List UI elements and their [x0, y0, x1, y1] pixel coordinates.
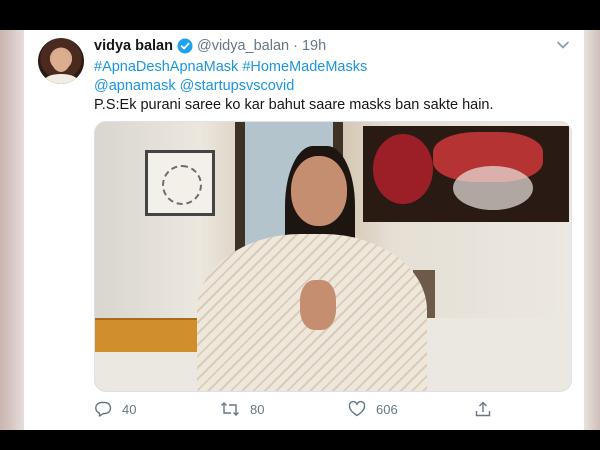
letterbox-bottom — [0, 430, 600, 450]
retweet-count: 80 — [250, 401, 265, 417]
verified-badge-icon — [177, 38, 193, 54]
painting-shape — [373, 134, 433, 204]
avatar-face — [52, 50, 70, 72]
letterbox-top — [0, 0, 600, 30]
tweet-text-line-3: P.S:Ek purani saree ko kar bahut saare m… — [94, 97, 494, 113]
hashtag-link[interactable]: #ApnaDeshApnaMask — [94, 59, 238, 75]
background-blur-right — [584, 30, 600, 430]
separator-dot: · — [293, 38, 298, 54]
reply-button[interactable]: 40 — [94, 400, 136, 418]
chevron-down-icon[interactable] — [556, 38, 570, 52]
video-person-face — [291, 156, 347, 226]
mention-link[interactable]: @apnamask — [94, 78, 176, 94]
retweet-icon — [221, 402, 239, 416]
share-button[interactable] — [474, 400, 502, 418]
video-wall-frame — [145, 150, 215, 216]
mention-link[interactable]: @startupsvscovid — [180, 78, 295, 94]
share-icon — [475, 401, 491, 417]
hashtag-link[interactable]: #HomeMadeMasks — [242, 59, 367, 75]
tweet-header: vidya balan @vidya_balan · 19h — [94, 38, 326, 54]
tweet-text-line-2: @apnamask @startupsvscovid — [94, 77, 294, 96]
painting-shape — [453, 166, 533, 210]
video-frame-art — [162, 165, 202, 205]
display-name[interactable]: vidya balan — [94, 38, 173, 54]
like-button[interactable]: 606 — [348, 400, 398, 418]
background-blur-left — [0, 30, 24, 430]
avatar[interactable] — [38, 38, 84, 84]
tweet-text-line-1: #ApnaDeshApnaMask #HomeMadeMasks — [94, 58, 367, 77]
like-count: 606 — [376, 401, 398, 417]
avatar-shirt — [44, 74, 78, 84]
tweet-card: vidya balan @vidya_balan · 19h #ApnaDesh… — [24, 30, 584, 430]
user-handle[interactable]: @vidya_balan — [197, 38, 289, 54]
retweet-button[interactable]: 80 — [220, 400, 264, 418]
heart-icon — [348, 400, 366, 417]
reply-icon — [95, 401, 112, 417]
tweet-actions: 40 80 606 — [94, 400, 572, 424]
timestamp[interactable]: 19h — [302, 38, 326, 54]
reply-count: 40 — [122, 401, 137, 417]
video-painting — [363, 126, 569, 222]
tweet-video[interactable] — [94, 121, 572, 392]
video-person-hands — [300, 280, 336, 330]
